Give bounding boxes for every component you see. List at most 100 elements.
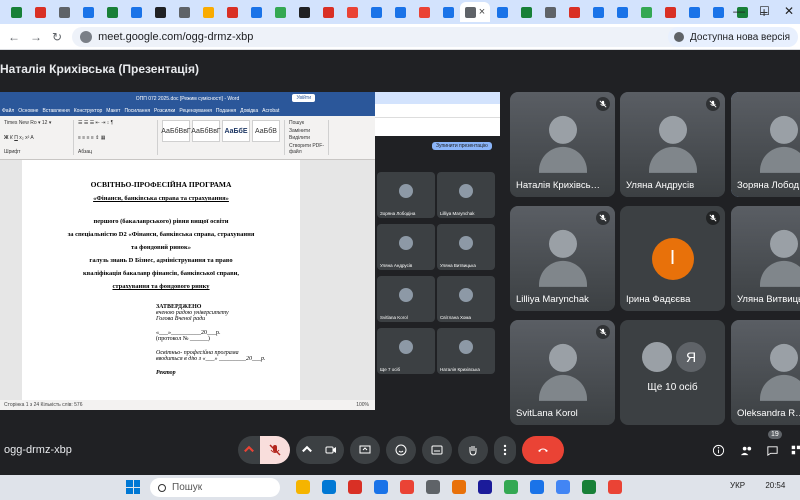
word-menu-item[interactable]: Довідка <box>240 108 258 114</box>
font-format-buttons[interactable]: Ж К П x₂ x² A <box>4 135 69 141</box>
minimize-icon[interactable]: — <box>733 4 745 18</box>
word-signin-button[interactable]: Увійти <box>292 94 315 102</box>
participant-tile[interactable]: SvitLana Korol <box>510 320 615 425</box>
browser-tab[interactable] <box>364 2 388 22</box>
word-menu-item[interactable]: Макет <box>106 108 120 114</box>
browser-tab[interactable] <box>340 2 364 22</box>
taskbar-search[interactable]: Пошук <box>150 478 280 497</box>
captions-button[interactable] <box>422 436 452 464</box>
taskbar-app-icon[interactable] <box>348 480 362 494</box>
mic-options-button[interactable] <box>238 436 260 464</box>
browser-tab[interactable] <box>52 2 76 22</box>
browser-tab[interactable] <box>388 2 412 22</box>
word-menu-item[interactable]: Acrobat <box>262 108 279 114</box>
end-call-button[interactable] <box>522 436 564 464</box>
participant-tile[interactable]: Зоряна Лобод… <box>731 92 800 197</box>
reload-icon[interactable]: ↻ <box>52 30 62 44</box>
word-menu-item[interactable]: Файл <box>2 108 14 114</box>
zoom-level[interactable]: 100% <box>356 402 375 408</box>
taskbar-app-icon[interactable] <box>400 480 414 494</box>
browser-tab[interactable] <box>244 2 268 22</box>
browser-tab[interactable] <box>514 2 538 22</box>
tab-close-icon[interactable]: × <box>479 6 485 18</box>
taskbar-app-icon[interactable] <box>582 480 596 494</box>
taskbar-app-icon[interactable] <box>556 480 570 494</box>
taskbar-app-icon[interactable] <box>452 480 466 494</box>
more-options-button[interactable] <box>494 436 516 464</box>
info-icon[interactable] <box>710 442 726 458</box>
update-available-button[interactable]: Доступна нова версія <box>668 27 798 47</box>
word-menu-item[interactable]: Вставлення <box>42 108 69 114</box>
people-icon[interactable] <box>738 442 754 458</box>
ribbon-edit-item[interactable]: Пошук <box>289 120 324 126</box>
browser-tab[interactable] <box>436 2 460 22</box>
browser-tab[interactable] <box>490 2 514 22</box>
word-menu-item[interactable]: Розсилки <box>154 108 175 114</box>
participant-tile[interactable]: Oleksandra R… <box>731 320 800 425</box>
browser-tab[interactable] <box>100 2 124 22</box>
site-info-icon[interactable] <box>80 30 93 43</box>
browser-tab[interactable] <box>4 2 28 22</box>
word-menu-item[interactable]: Посилання <box>124 108 150 114</box>
word-menu-item[interactable]: Конструктор <box>74 108 103 114</box>
style-preset[interactable]: АаБбВвГ <box>191 120 221 142</box>
ribbon-edit-item[interactable]: Замінити <box>289 128 324 134</box>
taskbar-app-icon[interactable] <box>504 480 518 494</box>
taskbar-app-icon[interactable] <box>608 480 622 494</box>
browser-tab[interactable] <box>682 2 706 22</box>
ribbon-edit-item[interactable]: Виділити <box>289 135 324 141</box>
participant-tile[interactable]: Я Ще 10 осіб <box>620 320 725 425</box>
clock-time[interactable]: 20:54 <box>765 481 785 490</box>
browser-tab[interactable] <box>172 2 196 22</box>
browser-tab[interactable] <box>610 2 634 22</box>
browser-tab[interactable] <box>28 2 52 22</box>
browser-tab[interactable] <box>76 2 100 22</box>
participant-tile[interactable]: І Ірина Фадєєва <box>620 206 725 311</box>
font-select[interactable]: Times New Ro ▾ 12 ▾ <box>4 120 69 126</box>
browser-tab[interactable] <box>412 2 436 22</box>
browser-tab[interactable] <box>148 2 172 22</box>
url-field[interactable]: meet.google.com/ogg-drmz-xbp ☆ <box>72 26 753 47</box>
browser-tab[interactable] <box>658 2 682 22</box>
participant-tile[interactable]: Lilliya Marynchak <box>510 206 615 311</box>
taskbar-app-icon[interactable] <box>296 480 310 494</box>
participant-tile[interactable]: Уляна Андрусів <box>620 92 725 197</box>
taskbar-app-icon[interactable] <box>322 480 336 494</box>
camera-toggle-button[interactable] <box>318 436 344 464</box>
maximize-icon[interactable]: ☐ <box>759 4 770 18</box>
participant-tile[interactable]: Наталія Крихівсь… <box>510 92 615 197</box>
browser-tab[interactable] <box>634 2 658 22</box>
style-preset[interactable]: АаБбЕ <box>222 120 250 142</box>
browser-tab[interactable] <box>586 2 610 22</box>
browser-tab[interactable] <box>292 2 316 22</box>
taskbar-app-icon[interactable] <box>426 480 440 494</box>
style-preset[interactable]: АаБбВ <box>252 120 280 142</box>
mic-toggle-button[interactable] <box>260 436 290 464</box>
back-icon[interactable]: ← <box>8 30 20 44</box>
browser-tab[interactable] <box>562 2 586 22</box>
windows-start-icon[interactable] <box>126 480 140 494</box>
camera-options-button[interactable] <box>296 436 318 464</box>
chat-icon[interactable] <box>764 442 780 458</box>
browser-tab[interactable] <box>124 2 148 22</box>
participant-tile[interactable]: Уляна Витвицька <box>731 206 800 311</box>
browser-tab[interactable] <box>268 2 292 22</box>
browser-tab[interactable]: × <box>460 2 490 22</box>
word-menu-item[interactable]: Основне <box>18 108 38 114</box>
browser-tab[interactable] <box>538 2 562 22</box>
raise-hand-button[interactable] <box>458 436 488 464</box>
browser-tab[interactable] <box>220 2 244 22</box>
word-menu-item[interactable]: Подання <box>216 108 236 114</box>
reactions-button[interactable] <box>386 436 416 464</box>
document-page[interactable]: ОСВІТНЬО-ПРОФЕСІЙНА ПРОГРАМА «Фінанси, б… <box>22 160 300 400</box>
ribbon-edit-item[interactable]: Створити PDF-файл <box>289 143 324 155</box>
taskbar-app-icon[interactable] <box>374 480 388 494</box>
present-button[interactable] <box>350 436 380 464</box>
browser-tab[interactable] <box>316 2 340 22</box>
list-buttons[interactable]: ☰ ☰ ☰ ⇤ ⇥ ↕ ¶ <box>78 120 153 126</box>
word-menu-item[interactable]: Рецензування <box>179 108 212 114</box>
browser-tab[interactable] <box>706 2 730 22</box>
keyboard-language[interactable]: УКР <box>730 481 745 490</box>
browser-tab[interactable] <box>196 2 220 22</box>
stop-presenting-button[interactable]: Зупинити презентацію <box>432 142 492 150</box>
